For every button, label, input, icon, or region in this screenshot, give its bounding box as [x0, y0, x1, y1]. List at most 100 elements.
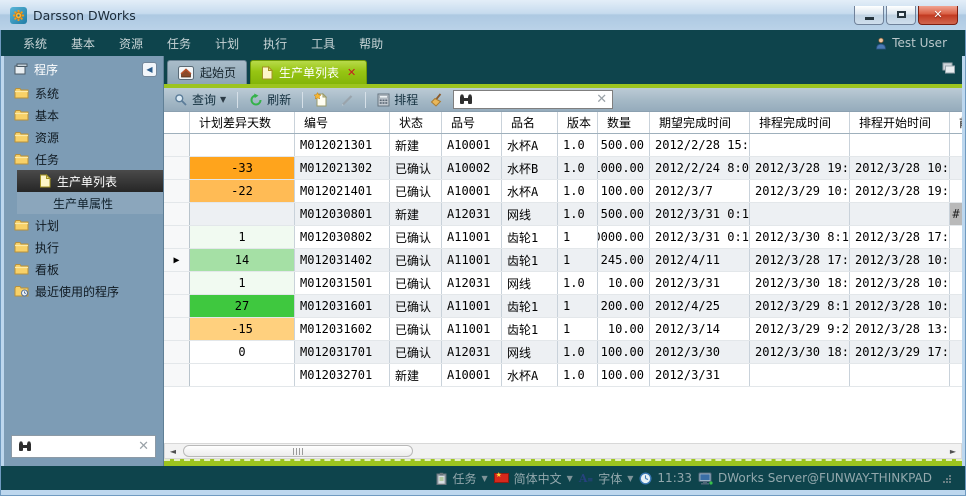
cell-status[interactable]: 已确认	[390, 157, 442, 179]
cell-item_name[interactable]: 网线	[502, 272, 558, 294]
cell-code[interactable]: M012031602	[295, 318, 390, 340]
column-header-期望完成时间[interactable]: 期望完成时间	[650, 112, 750, 133]
sidebar-item-任务[interactable]: 任务	[4, 148, 163, 170]
cell-status[interactable]: 已确认	[390, 226, 442, 248]
row-selector[interactable]	[164, 203, 190, 225]
cell-sched_start[interactable]: 2012/3/28 10:52	[850, 157, 950, 179]
cell-extra[interactable]	[950, 341, 962, 363]
cell-sched_start[interactable]: 2012/3/29 17:46	[850, 341, 950, 363]
cell-version[interactable]: 1.0	[558, 364, 598, 386]
cell-diff[interactable]	[190, 364, 295, 386]
column-header-计划差异天数[interactable]: 计划差异天数	[190, 112, 295, 133]
table-row[interactable]: M012032701新建A10001水杯A1.0100.002012/3/31	[164, 364, 962, 387]
sidebar-item-系统[interactable]: 系统	[4, 82, 163, 104]
cell-extra[interactable]	[950, 157, 962, 179]
cell-item_name[interactable]: 水杯A	[502, 134, 558, 156]
cell-code[interactable]: M012030801	[295, 203, 390, 225]
cell-sched_end[interactable]	[750, 364, 850, 386]
cell-status[interactable]: 已确认	[390, 249, 442, 271]
sidebar-item-计划[interactable]: 计划	[4, 214, 163, 236]
column-header-数量[interactable]: 数量	[598, 112, 650, 133]
table-row[interactable]: 27M012031601已确认A11001齿轮11200.002012/4/25…	[164, 295, 962, 318]
cell-code[interactable]: M012031701	[295, 341, 390, 363]
cell-status[interactable]: 新建	[390, 203, 442, 225]
cell-item_no[interactable]: A10002	[442, 157, 502, 179]
cell-version[interactable]: 1.0	[558, 134, 598, 156]
cell-item_name[interactable]: 齿轮1	[502, 295, 558, 317]
schedule-button[interactable]: 排程	[373, 89, 422, 110]
table-row[interactable]: M012030801新建A12031网线1.0500.002012/3/31 0…	[164, 203, 962, 226]
cell-sched_end[interactable]	[750, 203, 850, 225]
cell-status[interactable]: 已确认	[390, 295, 442, 317]
column-header-前[interactable]: 前	[950, 112, 962, 133]
cell-expect[interactable]: 2012/3/31	[650, 272, 750, 294]
cell-code[interactable]: M012021301	[295, 134, 390, 156]
cell-qty[interactable]: 100.00	[598, 341, 650, 363]
sidebar-item-执行[interactable]: 执行	[4, 236, 163, 258]
menu-item-帮助[interactable]: 帮助	[347, 31, 395, 56]
column-header-品名[interactable]: 品名	[502, 112, 558, 133]
row-selector[interactable]	[164, 295, 190, 317]
refresh-button[interactable]: 刷新	[245, 89, 295, 110]
scroll-left-icon[interactable]: ◄	[165, 444, 181, 458]
cell-status[interactable]: 已确认	[390, 341, 442, 363]
row-selector[interactable]	[164, 341, 190, 363]
close-button[interactable]: ✕	[918, 6, 958, 25]
cell-extra[interactable]	[950, 318, 962, 340]
cell-version[interactable]: 1	[558, 226, 598, 248]
cell-qty[interactable]: 1000.00	[598, 157, 650, 179]
minimize-button[interactable]	[854, 6, 884, 25]
sidebar-item-生产单列表[interactable]: 生产单列表	[17, 170, 163, 192]
cell-expect[interactable]: 2012/3/31 0:10	[650, 203, 750, 225]
cell-item_name[interactable]: 水杯B	[502, 157, 558, 179]
sidebar-item-最近使用的程序[interactable]: 最近使用的程序	[4, 280, 163, 302]
column-header-状态[interactable]: 状态	[390, 112, 442, 133]
cell-extra[interactable]: #	[950, 203, 962, 225]
maximize-button[interactable]	[886, 6, 916, 25]
cell-qty[interactable]: 10000.00	[598, 226, 650, 248]
cell-sched_end[interactable]: 2012/3/28 17:13	[750, 249, 850, 271]
cell-expect[interactable]: 2012/3/30	[650, 341, 750, 363]
cell-expect[interactable]: 2012/4/25	[650, 295, 750, 317]
cell-item_name[interactable]: 水杯A	[502, 180, 558, 202]
sidebar-search-input[interactable]	[38, 439, 132, 455]
cell-version[interactable]: 1	[558, 295, 598, 317]
table-row[interactable]: 0M012031701已确认A12031网线1.0100.002012/3/30…	[164, 341, 962, 364]
column-header-品号[interactable]: 品号	[442, 112, 502, 133]
scroll-right-icon[interactable]: ►	[945, 444, 961, 458]
new-button[interactable]	[310, 90, 332, 109]
cell-diff[interactable]: 14	[190, 249, 295, 271]
cell-extra[interactable]	[950, 364, 962, 386]
user-indicator[interactable]: Test User	[875, 36, 955, 50]
sidebar-search-clear-icon[interactable]: ✕	[138, 440, 149, 453]
cell-item_name[interactable]: 水杯A	[502, 364, 558, 386]
cell-sched_end[interactable]	[750, 134, 850, 156]
menu-item-计划[interactable]: 计划	[203, 31, 251, 56]
cell-diff[interactable]: 27	[190, 295, 295, 317]
sidebar-item-生产单属性[interactable]: 生产单属性	[17, 192, 163, 214]
query-button[interactable]: 查询 ▼	[170, 89, 230, 110]
menu-item-工具[interactable]: 工具	[299, 31, 347, 56]
cell-item_no[interactable]: A11001	[442, 318, 502, 340]
cell-diff[interactable]	[190, 203, 295, 225]
table-row[interactable]: -33M012021302已确认A10002水杯B1.01000.002012/…	[164, 157, 962, 180]
cell-status[interactable]: 新建	[390, 364, 442, 386]
table-row[interactable]: 1M012031501已确认A12031网线1.010.002012/3/312…	[164, 272, 962, 295]
table-row[interactable]: ▶14M012031402已确认A11001齿轮11245.002012/4/1…	[164, 249, 962, 272]
row-selector[interactable]	[164, 157, 190, 179]
row-selector[interactable]	[164, 226, 190, 248]
sidebar-collapse-button[interactable]: ◀	[142, 62, 157, 77]
cell-item_no[interactable]: A10001	[442, 134, 502, 156]
sidebar-item-看板[interactable]: 看板	[4, 258, 163, 280]
cell-qty[interactable]: 200.00	[598, 295, 650, 317]
cell-item_no[interactable]: A10001	[442, 364, 502, 386]
cell-sched_start[interactable]	[850, 134, 950, 156]
cell-version[interactable]: 1.0	[558, 341, 598, 363]
cell-sched_end[interactable]: 2012/3/28 19:10	[750, 157, 850, 179]
cell-diff[interactable]: -15	[190, 318, 295, 340]
cell-status[interactable]: 新建	[390, 134, 442, 156]
column-header-编号[interactable]: 编号	[295, 112, 390, 133]
cell-version[interactable]: 1.0	[558, 203, 598, 225]
menu-item-任务[interactable]: 任务	[155, 31, 203, 56]
cell-item_name[interactable]: 齿轮1	[502, 226, 558, 248]
